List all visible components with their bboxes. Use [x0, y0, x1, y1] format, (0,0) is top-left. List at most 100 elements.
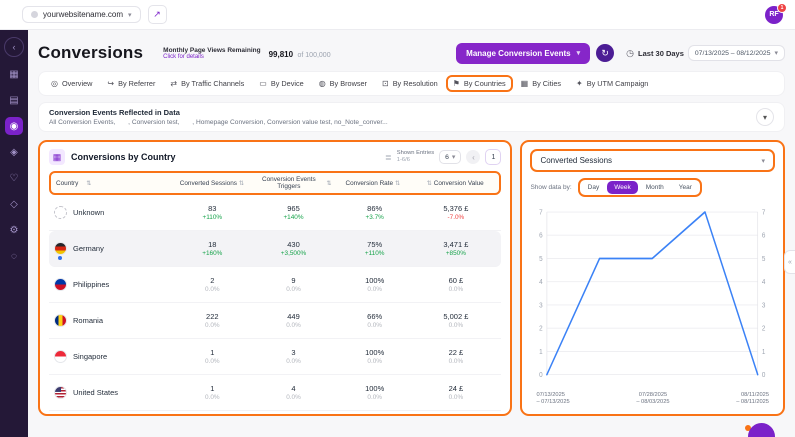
tab-by-countries[interactable]: ⚑By Countries	[446, 75, 513, 92]
metric-delta: +3,500%	[253, 250, 334, 257]
metric-value: 3	[253, 348, 334, 357]
collapse-panel-handle[interactable]: «	[784, 250, 795, 274]
svg-text:7: 7	[540, 209, 544, 217]
metric-dropdown[interactable]: Converted Sessions ▾	[530, 149, 775, 172]
tab-by-cities[interactable]: ▦By Cities	[514, 75, 568, 92]
column-label: Country	[56, 180, 78, 187]
metric-delta: 0.0%	[334, 286, 415, 293]
metric-value: 100%	[334, 276, 415, 285]
conversion-events-card: Conversion Events Reflected in Data All …	[38, 102, 785, 132]
tab-by-resolution[interactable]: ⊡By Resolution	[375, 75, 445, 92]
column-label: Converted Sessions	[180, 180, 237, 187]
svg-text:0: 0	[540, 372, 544, 380]
table-row[interactable]: Singapore10.0%30.0%100%0.0%22 £0.0%	[49, 339, 501, 375]
manage-button-label: Manage Conversion Events	[466, 49, 570, 58]
metric-cell: 30.0%	[253, 348, 334, 365]
profile-icon[interactable]: ◌	[5, 247, 23, 265]
by-browser-icon: ◍	[319, 79, 326, 88]
metric-value: 60 £	[415, 276, 496, 285]
column-header-conversion-rate[interactable]: Conversion Rate ⇅	[334, 180, 414, 187]
country-name: Germany	[73, 244, 104, 253]
funnels-icon[interactable]: ◈	[5, 143, 23, 161]
by-cities-icon: ▦	[521, 79, 529, 88]
date-range-picker[interactable]: 07/13/2025 – 08/12/2025 ▾	[688, 45, 785, 61]
svg-text:7: 7	[762, 209, 766, 217]
column-label: Conversion Events Triggers	[253, 176, 324, 190]
header-actions: Manage Conversion Events ▾ ↻ ◷ Last 30 D…	[456, 43, 785, 64]
table-row[interactable]: Philippines20.0%90.0%100%0.0%60 £0.0%	[49, 267, 501, 303]
by-utm-campaign-icon: ✦	[576, 79, 583, 88]
metric-cell: 430+3,500%	[253, 240, 334, 257]
metric-value: 83	[172, 204, 253, 213]
x-tick-line: 07/28/2025	[636, 392, 669, 400]
column-header-conversion-value[interactable]: ⇅ Conversion Value	[414, 180, 494, 187]
favorites-icon[interactable]: ♡	[5, 169, 23, 187]
collapse-sidebar-icon[interactable]: ‹	[4, 37, 24, 57]
selection-dot	[58, 256, 62, 260]
overview-icon: ◎	[51, 79, 58, 88]
column-header-country[interactable]: Country ⇅	[56, 180, 173, 187]
tab-by-browser[interactable]: ◍ By Browser	[312, 75, 374, 92]
tab-by-utm-campaign[interactable]: ✦ By UTM Campaign	[569, 75, 655, 92]
metric-value: 18	[172, 240, 253, 249]
column-header-converted-sessions[interactable]: Converted Sessions ⇅	[173, 180, 253, 187]
chevron-down-icon: ▾	[128, 11, 132, 19]
tab-label: By Browser	[330, 79, 367, 88]
segments-icon[interactable]: ◇	[5, 195, 23, 213]
chart-canvas: 0011223344556677	[530, 202, 775, 390]
period-button-week[interactable]: Week	[607, 181, 638, 194]
metric-value: 4	[253, 384, 334, 393]
avatar[interactable]: RF 1	[765, 6, 783, 24]
column-header-conversion-events-triggers[interactable]: Conversion Events Triggers ⇅	[253, 176, 333, 190]
metric-cell: 90.0%	[253, 276, 334, 293]
chart-panel: Converted Sessions ▾ Show data by: DayWe…	[520, 140, 785, 416]
shown-entries-value: 1-6/6	[397, 157, 434, 164]
site-selector[interactable]: yourwebsitename.com ▾	[22, 6, 141, 23]
site-domain: yourwebsitename.com	[43, 10, 123, 19]
refresh-events-button[interactable]: ↻	[596, 44, 614, 62]
metric-cell: 965+140%	[253, 204, 334, 221]
tab-by-traffic-channels[interactable]: ⇄By Traffic Channels	[163, 75, 251, 92]
tab-overview[interactable]: ◎ Overview	[44, 75, 99, 92]
quota-block: Monthly Page Views Remaining Click for d…	[163, 44, 330, 62]
sort-icon[interactable]: ⇅	[427, 180, 432, 187]
metric-cell: 100%0.0%	[334, 348, 415, 365]
pagination-prev-button[interactable]: ‹	[466, 150, 480, 164]
tab-by-device[interactable]: ▭By Device	[252, 75, 310, 92]
clock-icon: ◷	[626, 48, 634, 59]
page-number: 1	[491, 154, 495, 161]
dashboard-icon[interactable]: ▦	[5, 65, 23, 83]
sort-icon[interactable]: ⇅	[239, 180, 244, 187]
table-row[interactable]: United States10.0%40.0%100%0.0%24 £0.0%	[49, 375, 501, 411]
sort-icon[interactable]: ⇅	[395, 180, 400, 187]
tab-label: Overview	[62, 79, 92, 88]
tab-label: By UTM Campaign	[587, 79, 649, 88]
metric-value: 5,002 £	[415, 312, 496, 321]
sidebar: ‹ ▦ ▤ ◉ ◈ ♡ ◇ ⚙ ◌	[0, 30, 28, 437]
settings-icon[interactable]: ⚙	[5, 221, 23, 239]
table-row[interactable]: Romania2220.0%4490.0%66%0.0%5,002 £0.0%	[49, 303, 501, 339]
tab-by-referrer[interactable]: ↪By Referrer	[100, 75, 162, 92]
sort-icon[interactable]: ⇅	[327, 180, 332, 187]
table-row[interactable]: Germany18+160%430+3,500%75%+110%3,471 £+…	[49, 231, 501, 267]
period-button-year[interactable]: Year	[672, 181, 699, 194]
period-button-day[interactable]: Day	[581, 181, 607, 194]
manage-conversion-events-button[interactable]: Manage Conversion Events ▾	[456, 43, 590, 64]
conversions-icon[interactable]: ◉	[5, 117, 23, 135]
avatar-initials: RF	[769, 11, 778, 18]
open-site-button[interactable]: ↗	[148, 5, 167, 24]
metric-dropdown-value: Converted Sessions	[540, 156, 612, 165]
sort-icon[interactable]: ⇅	[86, 180, 91, 187]
pagination-page-button[interactable]: 1	[485, 149, 501, 165]
expand-events-button[interactable]: ▾	[756, 108, 774, 126]
metric-delta: 0.0%	[334, 322, 415, 329]
flag-icon-ro	[54, 314, 67, 327]
per-page-select[interactable]: 6 ▾	[439, 150, 461, 164]
flag-icon-unknown	[54, 206, 67, 219]
column-label: Conversion Rate	[345, 180, 393, 187]
reports-icon[interactable]: ▤	[5, 91, 23, 109]
country-cell: Germany	[54, 242, 172, 255]
quota-details-link[interactable]: Click for details	[163, 54, 260, 60]
table-row[interactable]: Unknown83+110%965+140%86%+3.7%5,376 £-7.…	[49, 195, 501, 231]
period-button-month[interactable]: Month	[639, 181, 671, 194]
